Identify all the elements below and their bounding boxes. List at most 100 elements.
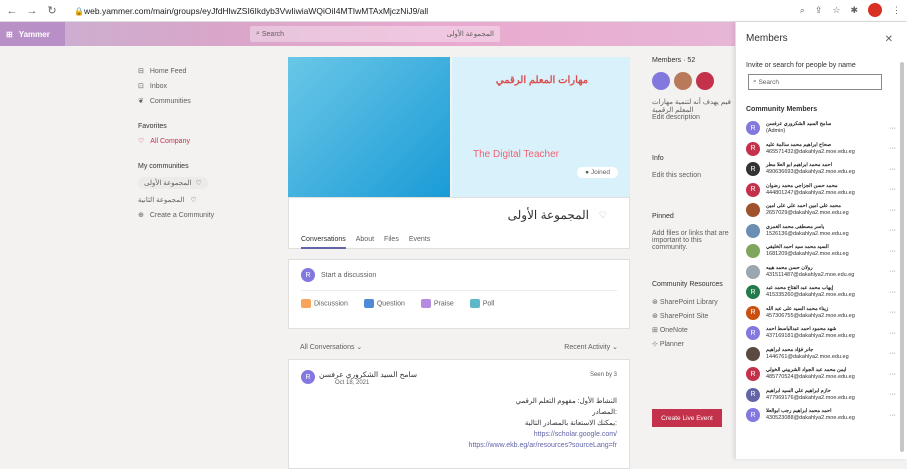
type-poll[interactable]: Poll	[469, 299, 494, 308]
member-row[interactable]: R احمد محمد ابراهيم رجب ابوالعلا 430523088…	[746, 405, 896, 426]
member-name: رولان حسن محمد هيبه	[766, 264, 813, 271]
star-icon[interactable]: ☆	[832, 5, 840, 16]
nav-all-company[interactable]: ♡ All Company	[138, 137, 278, 146]
sort-label: Recent Activity	[564, 344, 611, 351]
joined-button[interactable]: ● Joined	[577, 167, 618, 178]
member-row[interactable]: R احمد محمد ابراهيم ابو العلا مطر 49063669…	[746, 159, 896, 180]
more-options-icon[interactable]: ···	[889, 309, 896, 316]
more-options-icon[interactable]: ···	[889, 166, 896, 173]
scrollbar[interactable]	[900, 62, 904, 452]
app-brand[interactable]: ⊞ Yammer	[0, 22, 65, 46]
create-live-event-button[interactable]: Create Live Event	[652, 409, 722, 427]
members-heading[interactable]: Members · 52	[652, 57, 732, 64]
nav-group-2[interactable]: المجموعة الثانية ♡	[138, 196, 278, 204]
more-options-icon[interactable]: ···	[889, 145, 896, 152]
menu-icon[interactable]: ⋮	[892, 5, 901, 16]
member-row[interactable]: R صحاح ابراهيم محمد سالمة عليه 465571432@d…	[746, 139, 896, 160]
member-avatar	[746, 264, 760, 279]
extensions-icon[interactable]: ✱	[850, 5, 858, 16]
search-scope[interactable]: المجموعة الأولى	[447, 30, 494, 38]
more-options-icon[interactable]: ···	[889, 186, 896, 193]
nav-label: Inbox	[149, 82, 167, 90]
member-row[interactable]: R حازم ابراهيم علي السيد ابراهيم 477969176…	[746, 385, 896, 406]
share-icon[interactable]: ⇪	[815, 5, 823, 16]
more-options-icon[interactable]: ···	[889, 330, 896, 337]
url-text: web.yammer.com/main/groups/eyJfdHlwZSI6I…	[84, 6, 429, 16]
member-row[interactable]: محمد علي امين احمد علي على امين 2657029@d…	[746, 200, 896, 221]
nav-create-community[interactable]: ⊕ Create a Community	[138, 211, 278, 220]
member-row[interactable]: R إيهاب محمد عبد الفتاح محمد عبد 415335260…	[746, 282, 896, 303]
more-options-icon[interactable]: ···	[889, 350, 896, 357]
edit-description[interactable]: Edit description	[652, 114, 732, 121]
conversation-filter[interactable]: All Conversations ⌄	[300, 343, 362, 351]
edit-section[interactable]: Edit this section	[652, 172, 732, 179]
member-row[interactable]: R زيناء محمد السيد على عبد الله 457306755@…	[746, 303, 896, 324]
member-row[interactable]: R شهد محمود احمد عبدالباسط احمد 437169181@…	[746, 323, 896, 344]
nav-communities[interactable]: ❦ Communities	[138, 97, 278, 106]
reload-icon[interactable]: ↻	[44, 4, 60, 17]
member-info: السيد محمد سيد احمد الخليفي 1681209@dakah…	[766, 244, 849, 258]
more-options-icon[interactable]: ···	[889, 268, 896, 275]
message-author[interactable]: سامح السيد الشكروري عرفسن	[319, 370, 417, 379]
resource-planner[interactable]: ⊹ Planner	[652, 340, 732, 348]
more-options-icon[interactable]: ···	[889, 227, 896, 234]
resource-sharepoint-site[interactable]: ⊛ SharePoint Site	[652, 312, 732, 320]
type-praise[interactable]: Praise	[420, 299, 454, 308]
seen-by[interactable]: Seen by 3	[590, 372, 617, 378]
member-row[interactable]: R سامح السيد الشكروري عرفسن (Admin) ···	[746, 118, 896, 139]
more-options-icon[interactable]: ···	[889, 248, 896, 255]
type-discussion[interactable]: Discussion	[301, 299, 348, 308]
member-row[interactable]: جانر فؤاد محمد ابراهيم 1446761@dakahlya2.…	[746, 344, 896, 365]
address-bar[interactable]: 🔒 web.yammer.com/main/groups/eyJfdHlwZSI…	[74, 3, 774, 19]
resource-label: SharePoint Site	[659, 313, 709, 320]
nav-home-feed[interactable]: ⊟ Home Feed	[138, 67, 278, 76]
member-avatar	[746, 203, 760, 218]
type-question[interactable]: Question	[363, 299, 405, 308]
member-name: شهد محمود احمد عبدالباسط احمد	[766, 326, 837, 333]
author-avatar: R	[301, 370, 315, 384]
member-name: صحاح ابراهيم محمد سالمة عليه	[766, 141, 832, 148]
forward-icon[interactable]: →	[24, 5, 40, 17]
more-options-icon[interactable]: ···	[889, 371, 896, 378]
app-launcher-icon[interactable]: ⊞	[6, 30, 13, 39]
resource-onenote[interactable]: ⊞ OneNote	[652, 326, 732, 334]
more-options-icon[interactable]: ···	[889, 412, 896, 419]
member-avatar: R	[746, 141, 760, 156]
message-body: النشاط الأول: مفهوم التعلم الرقمي المصاد…	[469, 396, 617, 451]
member-avatar: R	[746, 408, 760, 423]
member-email: 485770524@dakahlya2.moe.edu.eg	[766, 374, 855, 381]
member-row[interactable]: R محمد حسن الجزاجي محمد رضوان 444801247@da…	[746, 180, 896, 201]
member-row[interactable]: R ايمن محمد عبد الجواد الشربيني الخولي 485…	[746, 364, 896, 385]
zoom-icon[interactable]: ⌕	[800, 5, 805, 16]
tab-files[interactable]: Files	[384, 236, 399, 249]
message-link[interactable]: https://www.ekb.eg/ar/resources?sourceLa…	[469, 442, 617, 449]
profile-avatar[interactable]	[868, 3, 882, 17]
member-avatar: R	[746, 367, 760, 382]
member-row[interactable]: السيد محمد سيد احمد الخليفي 1681209@dakah…	[746, 241, 896, 262]
member-email: 1526136@dakahlya2.moe.edu.eg	[766, 230, 849, 237]
start-discussion[interactable]: R Start a discussion	[301, 268, 617, 291]
nav-inbox[interactable]: ⊡ Inbox	[138, 82, 278, 91]
tab-events[interactable]: Events	[409, 236, 430, 249]
nav-group-1[interactable]: المجموعة الأولى ♡	[138, 177, 278, 189]
back-icon[interactable]: ←	[4, 5, 20, 17]
member-row[interactable]: ياسر مصطفى محمد الغمري 1526136@dakahlya2.…	[746, 221, 896, 242]
more-options-icon[interactable]: ···	[889, 207, 896, 214]
member-search-input[interactable]: ⌕ Search	[748, 74, 882, 90]
tab-conversations[interactable]: Conversations	[301, 236, 346, 249]
sort-filter[interactable]: Recent Activity ⌄	[564, 343, 618, 351]
member-avatar: R	[746, 162, 760, 177]
close-icon[interactable]: ✕	[885, 34, 893, 45]
member-row[interactable]: رولان حسن محمد هيبه 431511487@dakahlya2.m…	[746, 262, 896, 283]
member-email: 2657029@dakahlya2.moe.edu.eg	[766, 210, 849, 217]
message-link[interactable]: https://scholar.google.com/	[534, 431, 617, 438]
tab-about[interactable]: About	[356, 236, 374, 249]
favorite-heart-icon[interactable]: ♡	[599, 210, 607, 221]
more-options-icon[interactable]: ···	[889, 391, 896, 398]
member-avatars[interactable]	[652, 72, 732, 90]
search-input[interactable]: ⌕ Search المجموعة الأولى	[250, 26, 500, 42]
feed-filter: All Conversations ⌄ Recent Activity ⌄	[288, 343, 630, 351]
more-options-icon[interactable]: ···	[889, 289, 896, 296]
resource-sharepoint-library[interactable]: ⊛ SharePoint Library	[652, 298, 732, 306]
more-options-icon[interactable]: ···	[889, 125, 896, 132]
